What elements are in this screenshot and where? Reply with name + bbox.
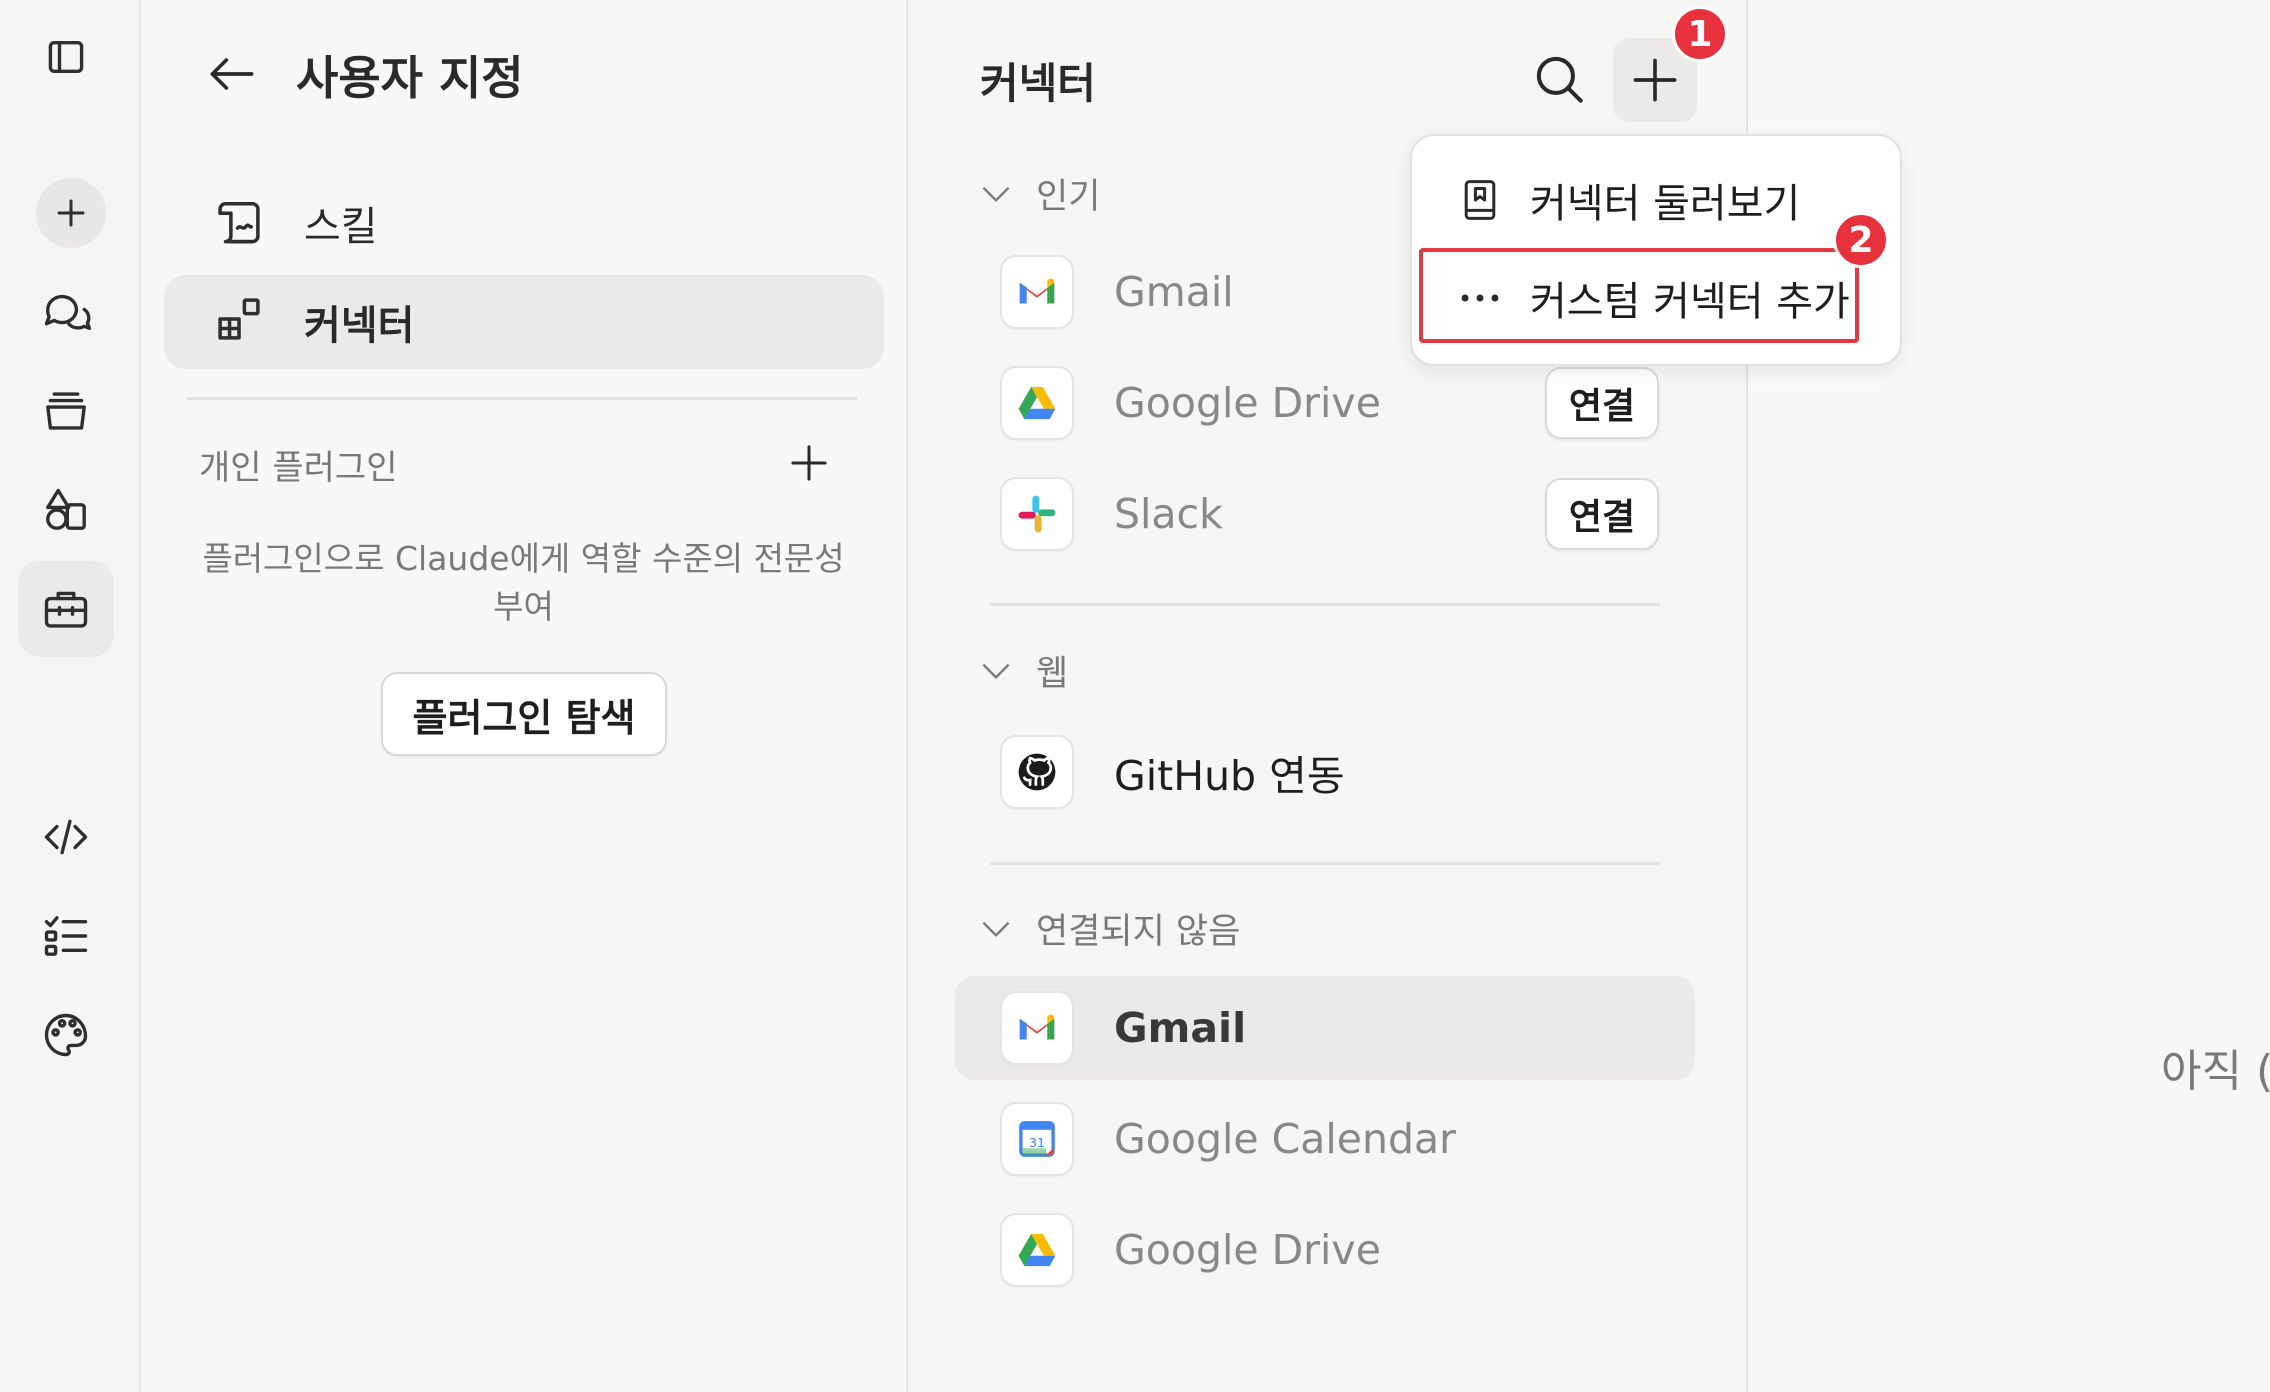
shapes-icon	[46, 488, 86, 530]
chevron-down-icon	[982, 663, 1010, 679]
code-button[interactable]	[18, 789, 114, 885]
connector-name: Gmail	[1114, 1004, 1247, 1052]
chevron-down-icon	[982, 186, 1010, 202]
menu-item-browse-connectors[interactable]: 커넥터 둘러보기	[1412, 154, 1900, 246]
google-drive-logo	[1000, 1213, 1074, 1287]
plus-icon	[1633, 58, 1677, 102]
divider	[990, 603, 1660, 606]
connector-name: Google Drive	[1114, 379, 1381, 427]
customize-button[interactable]	[18, 561, 114, 657]
connector-name: Google Drive	[1114, 1226, 1381, 1274]
plus-icon	[57, 199, 85, 227]
menu-item-label: 커넥터 둘러보기	[1530, 181, 1801, 227]
plugins-section-label: 개인 플러그인	[199, 448, 398, 488]
nav-item-connectors[interactable]: 커넥터	[164, 275, 884, 369]
browse-plugins-button[interactable]: 플러그인 탐색	[381, 672, 667, 756]
svg-text:31: 31	[1029, 1135, 1045, 1150]
sidebar-panel-icon	[48, 41, 84, 73]
slack-logo	[1000, 477, 1074, 551]
connect-button[interactable]: 연결	[1545, 367, 1659, 439]
section-not-connected-toggle[interactable]: 연결되지 않음	[978, 903, 1240, 954]
section-label: 인기	[1036, 177, 1101, 217]
chevron-down-icon	[982, 921, 1010, 937]
connector-row-google-calendar[interactable]: 31 Google Calendar	[955, 1087, 1695, 1191]
projects-button[interactable]	[18, 363, 114, 459]
nav-item-skills[interactable]: 스킬	[164, 176, 884, 270]
connectors-title: 커넥터	[980, 59, 1096, 108]
add-plugin-button[interactable]	[786, 440, 836, 490]
chats-button[interactable]	[18, 264, 114, 360]
highlight-box	[1419, 248, 1859, 343]
connector-name: Google Calendar	[1114, 1115, 1456, 1163]
scroll-icon	[212, 193, 272, 253]
google-calendar-logo: 31	[1000, 1102, 1074, 1176]
github-logo	[1000, 735, 1074, 809]
gmail-logo	[1000, 255, 1074, 329]
book-icon	[1456, 176, 1504, 224]
nav-item-label: 커넥터	[304, 303, 415, 349]
palette-icon	[44, 1013, 88, 1057]
sidebar-rail	[0, 0, 141, 1392]
toolbox-icon	[44, 591, 88, 628]
connector-name: GitHub 연동	[1114, 752, 1345, 800]
divider	[187, 397, 857, 400]
google-drive-logo	[1000, 366, 1074, 440]
section-popular-toggle[interactable]: 인기	[978, 168, 1100, 219]
section-label: 웹	[1036, 654, 1069, 694]
grid-blocks-icon	[212, 292, 272, 352]
gmail-logo	[1000, 991, 1074, 1065]
plus-icon	[791, 445, 827, 481]
arrow-left-icon	[210, 58, 254, 90]
connector-row-github[interactable]: GitHub 연동	[955, 720, 1695, 824]
connector-row-slack[interactable]: Slack 연결	[955, 462, 1695, 566]
step-badge-1: 1	[1672, 6, 1728, 62]
connect-button[interactable]: 연결	[1545, 478, 1659, 550]
stack-icon	[46, 392, 86, 430]
search-icon	[1536, 56, 1583, 103]
customize-panel: 사용자 지정 스킬 커넥터 개인 플러그인 플러그인으로 Claude에게 역할…	[141, 0, 908, 1392]
connector-row-google-drive-unconnected[interactable]: Google Drive	[955, 1198, 1695, 1302]
connector-row-gmail-unconnected[interactable]: Gmail	[955, 976, 1695, 1080]
checklist-icon	[44, 916, 88, 956]
artifacts-button[interactable]	[18, 462, 114, 558]
nav-item-label: 스킬	[304, 204, 378, 250]
section-web-toggle[interactable]: 웹	[978, 645, 1068, 696]
back-button[interactable]	[204, 46, 264, 106]
section-label: 연결되지 않음	[1036, 912, 1241, 952]
connector-name: Slack	[1114, 490, 1223, 538]
connector-row-google-drive[interactable]: Google Drive 연결	[955, 351, 1695, 455]
connector-name: Gmail	[1114, 268, 1234, 316]
code-icon	[44, 819, 88, 855]
appearance-button[interactable]	[18, 987, 114, 1083]
page-title: 사용자 지정	[296, 51, 524, 105]
plugins-description: 플러그인으로 Claude에게 역할 수준의 전문성 부여	[202, 539, 845, 626]
tasks-button[interactable]	[18, 888, 114, 984]
new-chat-button[interactable]	[36, 178, 106, 248]
empty-state-text: 아직 (	[2161, 1046, 2270, 1097]
chat-bubbles-icon	[44, 294, 92, 330]
step-badge-2: 2	[1833, 212, 1889, 268]
divider	[990, 862, 1660, 865]
toggle-sidebar-button[interactable]	[18, 9, 114, 105]
search-button[interactable]	[1528, 48, 1598, 118]
